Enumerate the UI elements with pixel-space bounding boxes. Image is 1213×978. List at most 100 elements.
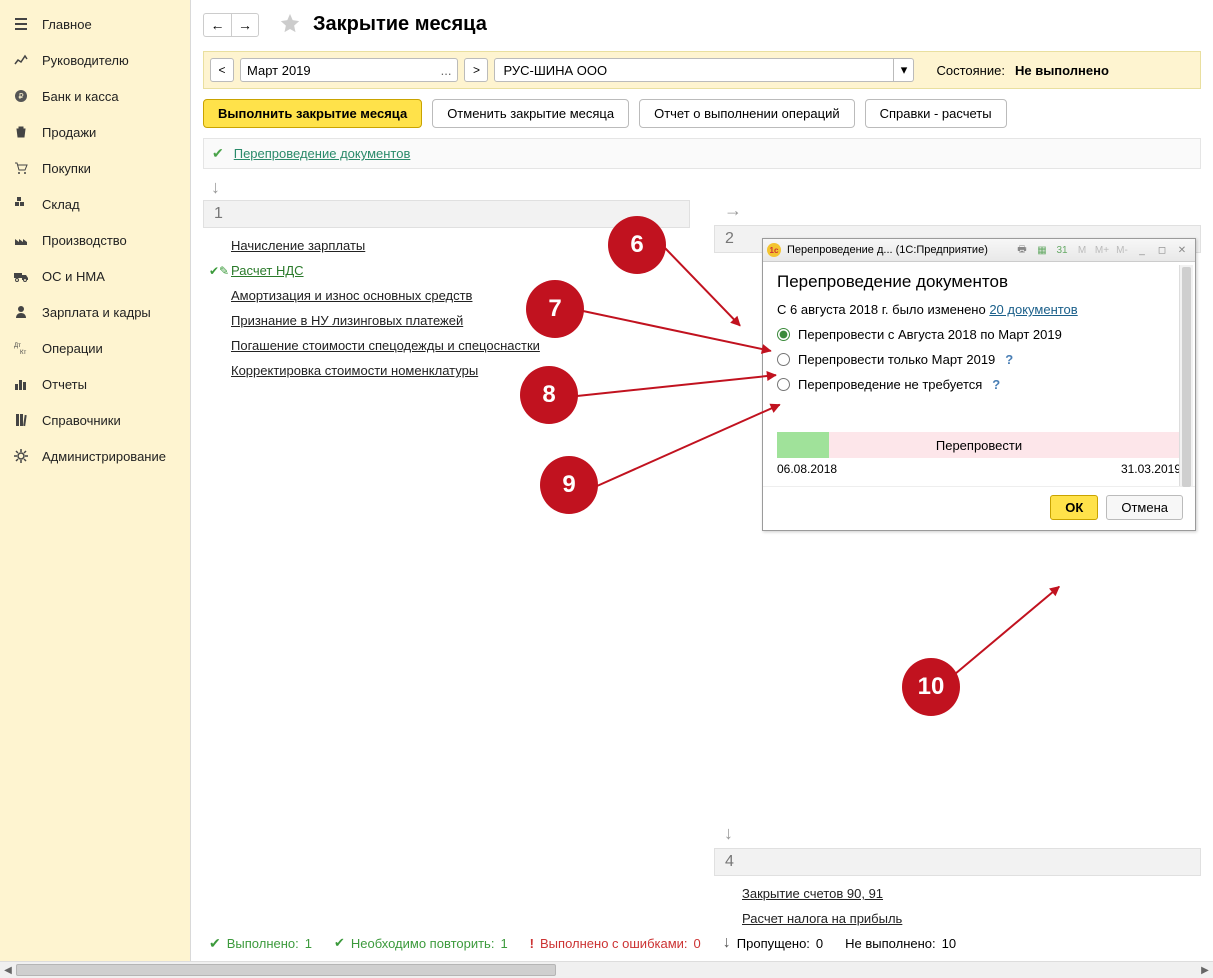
dialog-ok-button[interactable]: ОК [1050, 495, 1098, 520]
sidebar-item-label: Операции [42, 341, 103, 356]
footer-errors: !Выполнено с ошибками: 0 [530, 936, 701, 951]
footer-notdone: Не выполнено: 10 [845, 936, 956, 951]
cancel-close-month-button[interactable]: Отменить закрытие месяца [432, 99, 629, 128]
sidebar-item-purchases[interactable]: Покупки [0, 150, 190, 186]
logo-1c-icon: 1c [767, 243, 781, 257]
stage-item: Закрытие счетов 90, 91 [742, 886, 1201, 901]
dialog-scrollbar[interactable] [1179, 265, 1193, 486]
dialog-footer: ОК Отмена [763, 486, 1195, 530]
hamburger-icon [12, 15, 30, 33]
dialog-titlebar[interactable]: 1c Перепроведение д... (1С:Предприятие) … [763, 239, 1195, 262]
print-icon[interactable]: 🖶 [1013, 242, 1031, 258]
help-icon[interactable]: ? [992, 377, 1000, 392]
reproc-status-bar: ✔ Перепроведение документов [203, 138, 1201, 169]
reproc-documents-link[interactable]: Перепроведение документов [234, 146, 411, 161]
period-bar: < Март 2019... > РУС-ШИНА ООО ▾ Состояни… [203, 51, 1201, 89]
sidebar-item-catalogs[interactable]: Справочники [0, 402, 190, 438]
period-input[interactable]: Март 2019... [240, 58, 458, 82]
period-prev-button[interactable]: < [210, 58, 234, 82]
run-close-month-button[interactable]: Выполнить закрытие месяца [203, 99, 422, 128]
progress-fill [777, 432, 829, 458]
stage-link[interactable]: Расчет налога на прибыль [742, 911, 902, 926]
flow-arrow-icon: ↓ [724, 823, 1201, 844]
organization-select[interactable]: РУС-ШИНА ООО ▾ [494, 58, 914, 82]
close-icon[interactable]: ✕ [1173, 242, 1191, 258]
scroll-left-icon[interactable]: ◀ [0, 962, 16, 978]
sidebar-item-operations[interactable]: ДтКт Операции [0, 330, 190, 366]
sidebar-item-manager[interactable]: Руководителю [0, 42, 190, 78]
topbar: ← → Закрытие месяца [191, 0, 1213, 51]
books-icon [12, 411, 30, 429]
progress-label: Перепровести [936, 438, 1022, 453]
sidebar-item-production[interactable]: Производство [0, 222, 190, 258]
page-title: Закрытие месяца [313, 13, 487, 36]
stage-item: Признание в НУ лизинговых платежей [231, 313, 690, 328]
sidebar-item-assets[interactable]: ОС и НМА [0, 258, 190, 294]
footer-repeat: ✔Необходимо повторить: 1 [334, 935, 508, 951]
dialog-cancel-button[interactable]: Отмена [1106, 495, 1183, 520]
mem-m-icon[interactable]: M [1073, 242, 1091, 258]
grid-icon[interactable]: ▦ [1033, 242, 1051, 258]
sidebar-item-label: Банк и касса [42, 89, 119, 104]
dtkt-icon: ДтКт [12, 339, 30, 357]
period-next-button[interactable]: > [464, 58, 488, 82]
state-value: Не выполнено [1015, 63, 1109, 78]
sidebar-item-warehouse[interactable]: Склад [0, 186, 190, 222]
stage-link[interactable]: Признание в НУ лизинговых платежей [231, 313, 463, 328]
radio-input[interactable] [777, 378, 790, 391]
flow-arrow-icon: ↓ [191, 175, 1213, 200]
stage-link[interactable]: Корректировка стоимости номенклатуры [231, 363, 478, 378]
report-operations-button[interactable]: Отчет о выполнении операций [639, 99, 855, 128]
annotation-bubble-10: 10 [902, 658, 960, 716]
progress-date-from: 06.08.2018 [777, 462, 837, 476]
help-icon[interactable]: ? [1005, 352, 1013, 367]
nav-back-button[interactable]: ← [203, 13, 231, 37]
sidebar-item-admin[interactable]: Администрирование [0, 438, 190, 474]
stage-link[interactable]: Погашение стоимости спецодежды и спецосн… [231, 338, 540, 353]
scroll-right-icon[interactable]: ▶ [1197, 962, 1213, 978]
annotation-bubble-9: 9 [540, 456, 598, 514]
stage-link[interactable]: Амортизация и износ основных средств [231, 288, 472, 303]
maximize-icon[interactable]: ◻ [1153, 242, 1171, 258]
stage-link[interactable]: Расчет НДС [231, 263, 304, 278]
radio-input[interactable] [777, 328, 790, 341]
mem-mminus-icon[interactable]: M- [1113, 242, 1131, 258]
sidebar-item-bank[interactable]: ₽Банк и касса [0, 78, 190, 114]
check-icon: ✔ [209, 935, 221, 952]
sidebar-item-sales[interactable]: Продажи [0, 114, 190, 150]
footer-skipped: ↓Пропущено: 0 [723, 934, 823, 952]
horizontal-scrollbar[interactable]: ◀ ▶ [0, 961, 1213, 978]
changed-docs-link[interactable]: 20 документов [989, 302, 1077, 317]
radio-repost-month[interactable]: Перепровести только Март 2019? [777, 352, 1181, 367]
stage-link[interactable]: Начисление зарплаты [231, 238, 365, 253]
stage-link[interactable]: Закрытие счетов 90, 91 [742, 886, 883, 901]
scrollbar-thumb[interactable] [1182, 267, 1191, 487]
main-area: ← → Закрытие месяца < Март 2019... > РУС… [191, 0, 1213, 978]
stage-item: Корректировка стоимости номенклатуры [231, 363, 690, 378]
reference-calcs-button[interactable]: Справки - расчеты [865, 99, 1007, 128]
svg-text:Дт: Дт [14, 343, 21, 349]
scrollbar-thumb[interactable] [16, 964, 556, 976]
sidebar-item-payroll[interactable]: Зарплата и кадры [0, 294, 190, 330]
warehouse-icon [12, 195, 30, 213]
sidebar-item-label: Склад [42, 197, 80, 212]
progress-date-to: 31.03.2019 [1121, 462, 1181, 476]
chevron-down-icon[interactable]: ▾ [894, 58, 914, 82]
radio-input[interactable] [777, 353, 790, 366]
mem-mplus-icon[interactable]: M+ [1093, 242, 1111, 258]
sidebar: Главное Руководителю ₽Банк и касса Прода… [0, 0, 191, 978]
nav-forward-button[interactable]: → [231, 13, 259, 37]
cart-icon [12, 159, 30, 177]
sidebar-item-main[interactable]: Главное [0, 6, 190, 42]
status-footer: ✔Выполнено: 1 ✔Необходимо повторить: 1 !… [199, 928, 1205, 958]
sidebar-item-reports[interactable]: Отчеты [0, 366, 190, 402]
radio-no-repost[interactable]: Перепроведение не требуется? [777, 377, 1181, 392]
sidebar-item-label: Покупки [42, 161, 91, 176]
calendar-icon[interactable]: 31 [1053, 242, 1071, 258]
minimize-icon[interactable]: _ [1133, 242, 1151, 258]
favorite-icon[interactable] [279, 12, 301, 37]
stage-4-header: 4 [714, 848, 1201, 876]
radio-repost-range[interactable]: Перепровести с Августа 2018 по Март 2019 [777, 327, 1181, 342]
sidebar-item-label: Главное [42, 17, 92, 32]
done-check-icon: ✔✎ [209, 264, 229, 278]
